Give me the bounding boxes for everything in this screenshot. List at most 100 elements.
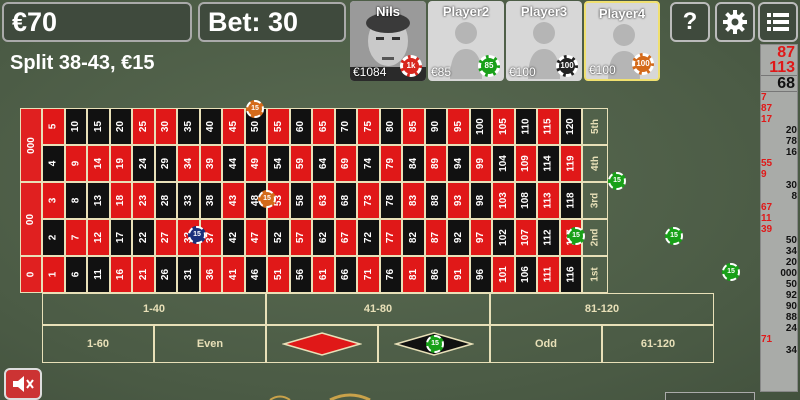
- number-cell[interactable]: 107: [514, 219, 537, 256]
- number-cell[interactable]: 7: [64, 219, 87, 256]
- number-cell[interactable]: 82: [402, 219, 425, 256]
- number-cell[interactable]: 112: [537, 219, 560, 256]
- number-cell[interactable]: 103: [492, 182, 515, 219]
- number-cell[interactable]: 56: [289, 256, 312, 293]
- number-cell[interactable]: 43: [222, 182, 245, 219]
- bet-chip[interactable]: 15: [608, 172, 626, 190]
- number-cell[interactable]: 40: [199, 108, 222, 145]
- spin-button[interactable]: [665, 392, 755, 400]
- zero-cell[interactable]: 000: [20, 108, 42, 182]
- red-bet-cell[interactable]: [266, 325, 378, 363]
- player-card-nils[interactable]: Nils €1084 1k: [350, 1, 426, 81]
- number-cell[interactable]: 5: [42, 108, 65, 145]
- bet-chip[interactable]: 15: [426, 335, 444, 353]
- number-cell[interactable]: 97: [469, 219, 492, 256]
- settings-button[interactable]: [715, 2, 755, 42]
- number-cell[interactable]: 102: [492, 219, 515, 256]
- number-cell[interactable]: 104: [492, 145, 515, 182]
- help-button[interactable]: ?: [670, 2, 710, 42]
- number-cell[interactable]: 3: [42, 182, 65, 219]
- number-cell[interactable]: 20: [109, 108, 132, 145]
- number-cell[interactable]: 35: [177, 108, 200, 145]
- number-cell[interactable]: 85: [402, 108, 425, 145]
- bet-chip[interactable]: 15: [188, 226, 206, 244]
- number-cell[interactable]: 9: [64, 145, 87, 182]
- mute-button[interactable]: [4, 368, 42, 400]
- number-cell[interactable]: 100: [469, 108, 492, 145]
- number-cell[interactable]: 24: [132, 145, 155, 182]
- number-cell[interactable]: 25: [132, 108, 155, 145]
- number-cell[interactable]: 23: [132, 182, 155, 219]
- number-cell[interactable]: 59: [289, 145, 312, 182]
- number-cell[interactable]: 41: [222, 256, 245, 293]
- number-cell[interactable]: 79: [379, 145, 402, 182]
- number-cell[interactable]: 33: [177, 182, 200, 219]
- number-cell[interactable]: 27: [154, 219, 177, 256]
- number-cell[interactable]: 65: [312, 108, 335, 145]
- number-cell[interactable]: 81: [402, 256, 425, 293]
- menu-button[interactable]: [758, 2, 798, 42]
- column-bet-cell[interactable]: 4th: [582, 145, 608, 182]
- number-cell[interactable]: 98: [469, 182, 492, 219]
- number-cell[interactable]: 62: [312, 219, 335, 256]
- number-cell[interactable]: 95: [447, 108, 470, 145]
- number-cell[interactable]: 45: [222, 108, 245, 145]
- number-cell[interactable]: 118: [559, 182, 582, 219]
- number-cell[interactable]: 4: [42, 145, 65, 182]
- number-cell[interactable]: 88: [424, 182, 447, 219]
- column-bet-cell[interactable]: 3rd: [582, 182, 608, 219]
- number-cell[interactable]: 51: [267, 256, 290, 293]
- number-cell[interactable]: 15: [87, 108, 110, 145]
- number-cell[interactable]: 64: [312, 145, 335, 182]
- bet-chip[interactable]: 15: [722, 263, 740, 281]
- number-cell[interactable]: 75: [357, 108, 380, 145]
- number-cell[interactable]: 78: [379, 182, 402, 219]
- number-cell[interactable]: 17: [109, 219, 132, 256]
- number-cell[interactable]: 92: [447, 219, 470, 256]
- number-cell[interactable]: 21: [132, 256, 155, 293]
- number-cell[interactable]: 14: [87, 145, 110, 182]
- zero-cell[interactable]: 00: [20, 182, 42, 256]
- number-cell[interactable]: 19: [109, 145, 132, 182]
- number-cell[interactable]: 67: [334, 219, 357, 256]
- number-cell[interactable]: 28: [154, 182, 177, 219]
- dozen-bet-cell[interactable]: 1-40: [42, 293, 266, 325]
- number-cell[interactable]: 18: [109, 182, 132, 219]
- number-cell[interactable]: 110: [514, 108, 537, 145]
- number-cell[interactable]: 74: [357, 145, 380, 182]
- number-cell[interactable]: 55: [267, 108, 290, 145]
- number-cell[interactable]: 60: [289, 108, 312, 145]
- number-cell[interactable]: 90: [424, 108, 447, 145]
- number-cell[interactable]: 29: [154, 145, 177, 182]
- bet-chip[interactable]: 15: [567, 227, 585, 245]
- number-cell[interactable]: 77: [379, 219, 402, 256]
- number-cell[interactable]: 72: [357, 219, 380, 256]
- number-cell[interactable]: 39: [199, 145, 222, 182]
- column-bet-cell[interactable]: 1st: [582, 256, 608, 293]
- number-cell[interactable]: 113: [537, 182, 560, 219]
- number-cell[interactable]: 111: [537, 256, 560, 293]
- number-cell[interactable]: 89: [424, 145, 447, 182]
- number-cell[interactable]: 31: [177, 256, 200, 293]
- number-cell[interactable]: 93: [447, 182, 470, 219]
- number-cell[interactable]: 68: [334, 182, 357, 219]
- number-cell[interactable]: 96: [469, 256, 492, 293]
- number-cell[interactable]: 26: [154, 256, 177, 293]
- column-bet-cell[interactable]: 2nd: [582, 219, 608, 256]
- outside-bet-cell[interactable]: Even: [154, 325, 266, 363]
- player-card-player3[interactable]: Player3 €100 100: [506, 1, 582, 81]
- number-cell[interactable]: 109: [514, 145, 537, 182]
- number-cell[interactable]: 63: [312, 182, 335, 219]
- bet-chip[interactable]: 15: [665, 227, 683, 245]
- number-cell[interactable]: 119: [559, 145, 582, 182]
- number-cell[interactable]: 52: [267, 219, 290, 256]
- number-cell[interactable]: 54: [267, 145, 290, 182]
- column-bet-cell[interactable]: 5th: [582, 108, 608, 145]
- number-cell[interactable]: 70: [334, 108, 357, 145]
- number-cell[interactable]: 73: [357, 182, 380, 219]
- number-cell[interactable]: 116: [559, 256, 582, 293]
- number-cell[interactable]: 71: [357, 256, 380, 293]
- roulette-board[interactable]: 000 00 0 5 4 3 2 1 10 9 8 7 6 15 14 13 12 11 20 19 18 17 16 25 2…: [20, 100, 740, 364]
- number-cell[interactable]: 120: [559, 108, 582, 145]
- number-cell[interactable]: 10: [64, 108, 87, 145]
